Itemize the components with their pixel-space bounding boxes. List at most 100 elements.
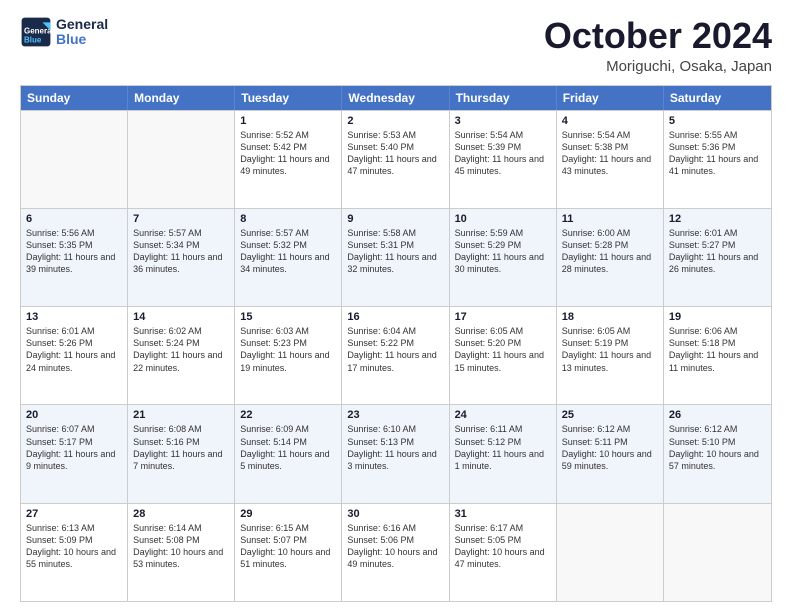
cell-line: Sunrise: 5:54 AM	[562, 130, 631, 140]
cell-info: Sunrise: 6:17 AMSunset: 5:05 PMDaylight:…	[455, 522, 551, 571]
cell-line: Daylight: 10 hours and 55 minutes.	[26, 547, 116, 569]
cell-line: Sunrise: 6:12 AM	[562, 424, 631, 434]
table-row: 14Sunrise: 6:02 AMSunset: 5:24 PMDayligh…	[128, 307, 235, 404]
cell-info: Sunrise: 5:56 AMSunset: 5:35 PMDaylight:…	[26, 227, 122, 276]
table-row: 30Sunrise: 6:16 AMSunset: 5:06 PMDayligh…	[342, 504, 449, 601]
cell-line: Daylight: 10 hours and 59 minutes.	[562, 449, 652, 471]
week-3: 13Sunrise: 6:01 AMSunset: 5:26 PMDayligh…	[21, 306, 771, 404]
table-row: 26 Sunrise: 6:12 AMSunset: 5:10 PMDayligh…	[664, 405, 771, 502]
table-row: 22Sunrise: 6:09 AMSunset: 5:14 PMDayligh…	[235, 405, 342, 502]
cell-info: Sunrise: 6:12 AMSunset: 5:10 PMDaylight:…	[669, 423, 766, 472]
cell-line: Sunset: 5:17 PM	[26, 437, 93, 447]
cell-line: Sunrise: 6:17 AM	[455, 523, 524, 533]
cell-line: Sunrise: 6:05 AM	[562, 326, 631, 336]
cell-line: Daylight: 11 hours and 30 minutes.	[455, 252, 544, 274]
day-number: 17	[455, 311, 551, 323]
day-number: 6	[26, 213, 122, 225]
cell-line: Sunset: 5:12 PM	[455, 437, 522, 447]
table-row: 9Sunrise: 5:58 AMSunset: 5:31 PMDaylight…	[342, 209, 449, 306]
table-row	[128, 111, 235, 208]
day-number: 3	[455, 115, 551, 127]
day-number: 10	[455, 213, 551, 225]
logo: General Blue General Blue	[20, 16, 108, 48]
day-number: 22	[240, 409, 336, 421]
day-number: 15	[240, 311, 336, 323]
table-row: 17 Sunrise: 6:05 AMSunset: 5:20 PMDayligh…	[450, 307, 557, 404]
cell-line: Sunrise: 6:03 AM	[240, 326, 309, 336]
table-row: 15Sunrise: 6:03 AMSunset: 5:23 PMDayligh…	[235, 307, 342, 404]
cell-line: Sunset: 5:14 PM	[240, 437, 307, 447]
cell-line: Sunrise: 5:59 AM	[455, 228, 524, 238]
day-number: 5	[669, 115, 766, 127]
cell-line: Sunrise: 6:07 AM	[26, 424, 95, 434]
table-row: 10 Sunrise: 5:59 AMSunset: 5:29 PMDayligh…	[450, 209, 557, 306]
cell-line: Sunset: 5:09 PM	[26, 535, 93, 545]
cell-line: Daylight: 11 hours and 26 minutes.	[669, 252, 758, 274]
header-monday: Monday	[128, 86, 235, 110]
header-wednesday: Wednesday	[342, 86, 449, 110]
cell-line: Sunset: 5:28 PM	[562, 240, 629, 250]
header-friday: Friday	[557, 86, 664, 110]
cell-line: Sunset: 5:13 PM	[347, 437, 414, 447]
cell-line: Daylight: 10 hours and 51 minutes.	[240, 547, 330, 569]
cell-line: Sunrise: 6:08 AM	[133, 424, 202, 434]
table-row: 1Sunrise: 5:52 AMSunset: 5:42 PMDaylight…	[235, 111, 342, 208]
cell-line: Daylight: 11 hours and 39 minutes.	[26, 252, 115, 274]
day-number: 31	[455, 508, 551, 520]
cell-line: Sunrise: 5:58 AM	[347, 228, 416, 238]
cell-line: Sunset: 5:38 PM	[562, 142, 629, 152]
cell-info: Sunrise: 5:59 AMSunset: 5:29 PMDaylight:…	[455, 227, 551, 276]
day-number: 25	[562, 409, 658, 421]
table-row: 7Sunrise: 5:57 AMSunset: 5:34 PMDaylight…	[128, 209, 235, 306]
cell-info: Sunrise: 6:01 AMSunset: 5:27 PMDaylight:…	[669, 227, 766, 276]
cell-info: Sunrise: 5:58 AMSunset: 5:31 PMDaylight:…	[347, 227, 443, 276]
calendar-body: 1Sunrise: 5:52 AMSunset: 5:42 PMDaylight…	[21, 110, 771, 601]
day-number: 11	[562, 213, 658, 225]
table-row	[21, 111, 128, 208]
cell-line: Sunrise: 5:57 AM	[240, 228, 309, 238]
cell-info: Sunrise: 6:05 AMSunset: 5:20 PMDaylight:…	[455, 325, 551, 374]
cell-line: Sunset: 5:31 PM	[347, 240, 414, 250]
table-row: 29Sunrise: 6:15 AMSunset: 5:07 PMDayligh…	[235, 504, 342, 601]
header-sunday: Sunday	[21, 86, 128, 110]
calendar-header: Sunday Monday Tuesday Wednesday Thursday…	[21, 86, 771, 110]
cell-line: Sunset: 5:08 PM	[133, 535, 200, 545]
svg-text:Blue: Blue	[24, 35, 42, 44]
cell-line: Daylight: 11 hours and 15 minutes.	[455, 350, 544, 372]
cell-line: Daylight: 10 hours and 53 minutes.	[133, 547, 223, 569]
cell-line: Sunrise: 6:13 AM	[26, 523, 95, 533]
cell-line: Sunrise: 5:57 AM	[133, 228, 202, 238]
table-row: 18Sunrise: 6:05 AMSunset: 5:19 PMDayligh…	[557, 307, 664, 404]
table-row: 19Sunrise: 6:06 AMSunset: 5:18 PMDayligh…	[664, 307, 771, 404]
table-row: 3Sunrise: 5:54 AMSunset: 5:39 PMDaylight…	[450, 111, 557, 208]
cell-line: Sunset: 5:16 PM	[133, 437, 200, 447]
header: General Blue General Blue October 2024 M…	[20, 16, 772, 75]
page: General Blue General Blue October 2024 M…	[0, 0, 792, 612]
week-1: 1Sunrise: 5:52 AMSunset: 5:42 PMDaylight…	[21, 110, 771, 208]
cell-line: Sunset: 5:06 PM	[347, 535, 414, 545]
cell-line: Sunrise: 6:10 AM	[347, 424, 416, 434]
title-block: October 2024 Moriguchi, Osaka, Japan	[544, 16, 772, 75]
table-row: 24Sunrise: 6:11 AMSunset: 5:12 PMDayligh…	[450, 405, 557, 502]
day-number: 26	[669, 409, 766, 421]
cell-info: Sunrise: 6:00 AMSunset: 5:28 PMDaylight:…	[562, 227, 658, 276]
cell-line: Sunset: 5:23 PM	[240, 338, 307, 348]
table-row: 2Sunrise: 5:53 AMSunset: 5:40 PMDaylight…	[342, 111, 449, 208]
cell-line: Sunrise: 5:54 AM	[455, 130, 524, 140]
table-row: 11 Sunrise: 6:00 AMSunset: 5:28 PMDayligh…	[557, 209, 664, 306]
cell-line: Sunrise: 6:11 AM	[455, 424, 523, 434]
cell-info: Sunrise: 6:14 AMSunset: 5:08 PMDaylight:…	[133, 522, 229, 571]
day-number: 19	[669, 311, 766, 323]
cell-line: Daylight: 11 hours and 45 minutes.	[455, 154, 544, 176]
day-number: 30	[347, 508, 443, 520]
cell-line: Daylight: 11 hours and 13 minutes.	[562, 350, 651, 372]
table-row	[557, 504, 664, 601]
table-row: 23Sunrise: 6:10 AMSunset: 5:13 PMDayligh…	[342, 405, 449, 502]
week-5: 27Sunrise: 6:13 AMSunset: 5:09 PMDayligh…	[21, 503, 771, 601]
table-row: 25Sunrise: 6:12 AMSunset: 5:11 PMDayligh…	[557, 405, 664, 502]
cell-line: Sunset: 5:27 PM	[669, 240, 736, 250]
cell-line: Daylight: 11 hours and 1 minute.	[455, 449, 544, 471]
cell-info: Sunrise: 6:04 AMSunset: 5:22 PMDaylight:…	[347, 325, 443, 374]
cell-info: Sunrise: 5:57 AMSunset: 5:32 PMDaylight:…	[240, 227, 336, 276]
cell-info: Sunrise: 6:07 AMSunset: 5:17 PMDaylight:…	[26, 423, 122, 472]
